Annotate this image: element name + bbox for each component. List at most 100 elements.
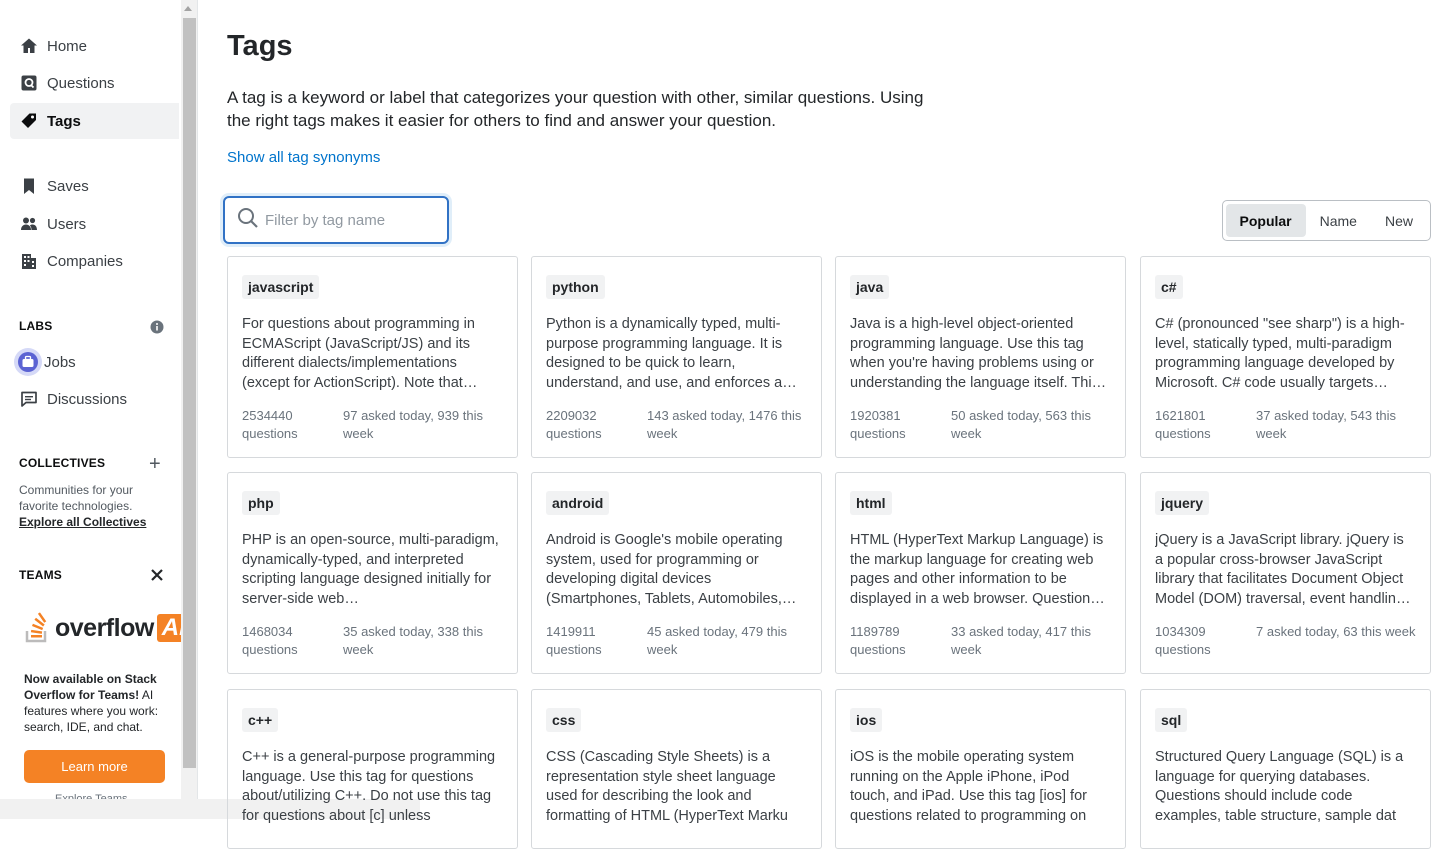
tag-stats: 1468034 questions 35 asked today, 338 thi…: [242, 623, 508, 659]
tag-chip[interactable]: c++: [242, 708, 279, 732]
explore-collectives-link[interactable]: Explore all Collectives: [19, 514, 169, 530]
learn-more-button[interactable]: Learn more: [24, 750, 165, 783]
page-title: Tags: [227, 30, 293, 62]
tag-description: Structured Query Language (SQL) is a lan…: [1155, 749, 1404, 824]
tag-chip[interactable]: android: [546, 491, 610, 515]
tag-activity: 45 asked today, 479 this week: [647, 624, 787, 657]
tag-chip[interactable]: php: [242, 491, 280, 515]
left-sidebar: Home Questions Tags Saves Users Companie…: [0, 0, 198, 819]
teams-title: TEAMS: [19, 568, 62, 582]
home-icon: [19, 36, 39, 56]
tag-chip[interactable]: c#: [1155, 275, 1183, 299]
tag-question-count: 2534440 questions: [242, 408, 298, 441]
tag-filter-input[interactable]: [265, 211, 435, 229]
questions-icon: [19, 73, 39, 93]
tag-card: html HTML (HyperText Markup Language) is …: [835, 472, 1126, 674]
teams-promo-bold: Now available on Stack Overflow for Team…: [24, 672, 157, 702]
nav-questions[interactable]: Questions: [10, 65, 179, 101]
tag-icon: [19, 111, 39, 131]
tag-description: Python is a dynamically typed, multi-pur…: [546, 316, 797, 391]
tag-stats: 1621801 questions 37 asked today, 543 thi…: [1155, 407, 1421, 443]
tag-stats: 1189789 questions 33 asked today, 417 thi…: [850, 623, 1116, 659]
tag-activity: 33 asked today, 417 this week: [951, 624, 1091, 657]
tag-chip[interactable]: ios: [850, 708, 883, 732]
tag-question-count: 1419911 questions: [546, 624, 602, 657]
tag-card: php PHP is an open-source, multi-paradigm…: [227, 472, 518, 674]
nav-tags-label: Tags: [47, 112, 81, 130]
stack-overflow-logo-icon: [25, 612, 47, 643]
tag-description: C++ is a general-purpose programming lan…: [242, 749, 496, 824]
tag-description: Java is a high-level object-oriented pro…: [850, 316, 1107, 391]
sort-name-button[interactable]: Name: [1306, 204, 1371, 237]
tag-card: android Android is Google's mobile operat…: [531, 472, 822, 674]
scroll-up-arrow-icon[interactable]: [184, 6, 192, 11]
tag-card: java Java is a high-level object-oriented…: [835, 256, 1126, 458]
tag-question-count: 1189789 questions: [850, 624, 906, 657]
tag-question-count: 1920381 questions: [850, 408, 906, 441]
nav-home[interactable]: Home: [10, 28, 179, 64]
nav-companies[interactable]: Companies: [10, 243, 179, 279]
tag-chip[interactable]: python: [546, 275, 605, 299]
close-icon[interactable]: [150, 567, 164, 587]
search-icon: [237, 207, 259, 234]
tag-chip[interactable]: sql: [1155, 708, 1188, 732]
nav-jobs[interactable]: Jobs: [10, 344, 179, 380]
tag-card: css CSS (Cascading Style Sheets) is a rep…: [531, 689, 822, 849]
tag-activity: 35 asked today, 338 this week: [343, 624, 483, 657]
nav-discussions[interactable]: Discussions: [10, 381, 179, 417]
nav-companies-label: Companies: [47, 252, 123, 270]
tag-activity: 97 asked today, 939 this week: [343, 408, 483, 441]
tag-chip[interactable]: html: [850, 491, 892, 515]
collectives-title: COLLECTIVES: [19, 456, 106, 470]
plus-icon[interactable]: +: [149, 454, 161, 474]
briefcase-icon: [14, 348, 42, 376]
tag-activity: 143 asked today, 1476 this week: [647, 408, 802, 441]
tag-chip[interactable]: css: [546, 708, 582, 732]
sort-new-button[interactable]: New: [1371, 204, 1427, 237]
tag-chip[interactable]: javascript: [242, 275, 320, 299]
tag-question-count: 1034309 questions: [1155, 624, 1211, 657]
overflow-ai-logo: overflow AI: [23, 612, 191, 644]
tag-stats: 1920381 questions 50 asked today, 563 thi…: [850, 407, 1116, 443]
nav-jobs-label: Jobs: [44, 353, 76, 371]
tag-question-count: 1621801 questions: [1155, 408, 1211, 441]
tag-chip[interactable]: java: [850, 275, 890, 299]
users-icon: [19, 214, 39, 234]
tag-stats: 2534440 questions 97 asked today, 939 thi…: [242, 407, 508, 443]
nav-home-label: Home: [47, 37, 88, 55]
labs-title: LABS: [19, 319, 53, 333]
nav-users-label: Users: [47, 215, 87, 233]
tag-card: javascript For questions about programmin…: [227, 256, 518, 458]
sidebar-content: Home Questions Tags Saves Users Companie…: [0, 0, 191, 819]
tag-activity: 50 asked today, 563 this week: [951, 408, 1091, 441]
nav-discussions-label: Discussions: [47, 390, 128, 408]
sort-tabs: Popular Name New: [1221, 200, 1431, 241]
collectives-description: Communities for your favorite technologi…: [19, 482, 169, 530]
tag-activity: 7 asked today, 63 this week: [1256, 624, 1416, 639]
tag-description: HTML (HyperText Markup Language) is the …: [850, 532, 1105, 607]
page-description: A tag is a keyword or label that categor…: [227, 88, 924, 130]
show-tag-synonyms-link[interactable]: Show all tag synonyms: [227, 149, 380, 166]
logo-word: overflow: [55, 613, 154, 642]
building-icon: [19, 251, 39, 271]
tag-description: C# (pronounced "see sharp") is a high-le…: [1155, 316, 1405, 391]
tag-filter-box[interactable]: [223, 196, 449, 244]
collectives-text: Communities for your favorite technologi…: [19, 483, 134, 513]
info-icon[interactable]: [150, 319, 164, 339]
sidebar-scroll-thumb[interactable]: [183, 18, 196, 768]
tag-stats: 1419911 questions 45 asked today, 479 thi…: [546, 623, 812, 659]
tag-question-count: 2209032 questions: [546, 408, 602, 441]
discussion-icon: [19, 389, 39, 409]
tag-description: Android is Google's mobile operating sys…: [546, 532, 797, 607]
nav-tags[interactable]: Tags: [10, 103, 179, 139]
tag-chip[interactable]: jquery: [1155, 491, 1210, 515]
tag-description: CSS (Cascading Style Sheets) is a repres…: [546, 749, 788, 824]
tag-card: c# C# (pronounced "see sharp") is a high-…: [1140, 256, 1431, 458]
nav-users[interactable]: Users: [10, 206, 179, 242]
tag-description: PHP is an open-source, multi-paradigm, d…: [242, 532, 499, 607]
nav-saves[interactable]: Saves: [10, 168, 179, 204]
sort-popular-button[interactable]: Popular: [1225, 204, 1306, 237]
tag-card: c++ C++ is a general-purpose programming …: [227, 689, 518, 849]
tag-description: iOS is the mobile operating system runni…: [850, 749, 1087, 824]
tag-description: For questions about programming in ECMAS…: [242, 316, 478, 391]
